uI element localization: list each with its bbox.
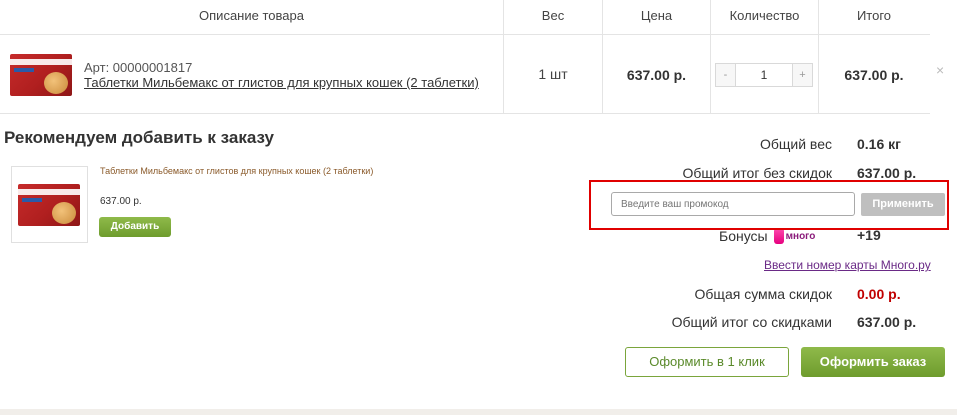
- column-divider: [503, 0, 504, 114]
- recommend-title: Рекомендуем добавить к заказу: [4, 128, 274, 147]
- item-total: 637.00 р.: [844, 67, 904, 83]
- header-quantity: Количество: [729, 8, 800, 23]
- item-weight: 1 шт: [538, 66, 568, 82]
- enter-card-link[interactable]: Ввести номер карты Много.ру: [764, 258, 931, 272]
- add-to-cart-button[interactable]: Добавить: [99, 217, 171, 237]
- header-description: Описание товара: [199, 8, 304, 23]
- quantity-decrease-button[interactable]: -: [716, 64, 736, 86]
- total-weight-value: 0.16 кг: [857, 136, 901, 152]
- grand-total-label: Общий итог со скидками: [671, 314, 832, 330]
- page-footer-strip: [0, 409, 957, 415]
- item-price: 637.00 р.: [626, 67, 687, 83]
- discount-label: Общая сумма скидок: [694, 286, 832, 302]
- row-divider: [0, 113, 930, 114]
- product-article: Арт: 00000001817: [84, 60, 193, 75]
- remove-item-icon[interactable]: ×: [936, 62, 944, 78]
- recommend-product-name[interactable]: Таблетки Мильбемакс от глистов для крупн…: [100, 166, 373, 176]
- quantity-stepper: - 1 +: [715, 63, 813, 87]
- checkout-button[interactable]: Оформить заказ: [801, 347, 945, 377]
- header-total: Итого: [856, 8, 892, 23]
- quantity-increase-button[interactable]: +: [792, 64, 812, 86]
- recommend-product-image[interactable]: [11, 166, 88, 243]
- grand-total-value: 637.00 р.: [857, 314, 917, 330]
- header-price: Цена: [640, 8, 673, 23]
- apply-promo-button[interactable]: Применить: [861, 193, 945, 216]
- promo-code-box: Применить: [589, 180, 949, 230]
- promo-code-input[interactable]: [611, 192, 855, 216]
- header-weight: Вес: [541, 8, 565, 23]
- recommend-product-price: 637.00 р.: [100, 196, 142, 207]
- product-image[interactable]: [8, 52, 74, 98]
- mnogo-brand: много: [785, 230, 816, 242]
- column-divider: [602, 0, 603, 114]
- total-weight-label: Общий вес: [759, 136, 832, 152]
- row-divider: [0, 34, 930, 35]
- subtotal-value: 637.00 р.: [857, 165, 917, 181]
- discount-value: 0.00 р.: [857, 286, 901, 302]
- column-divider: [710, 0, 711, 114]
- subtotal-label: Общий итог без скидок: [682, 165, 833, 181]
- quantity-input[interactable]: 1: [736, 64, 792, 86]
- one-click-order-button[interactable]: Оформить в 1 клик: [625, 347, 789, 377]
- cart-table: Описание товара Вес Цена Количество Итог…: [0, 0, 930, 114]
- bonus-label: Бонусы: [719, 228, 768, 244]
- product-name-link[interactable]: Таблетки Мильбемакс от глистов для крупн…: [84, 75, 479, 90]
- column-divider: [818, 0, 819, 114]
- mnogo-icon: [773, 228, 784, 244]
- mnogo-logo: много: [773, 228, 816, 244]
